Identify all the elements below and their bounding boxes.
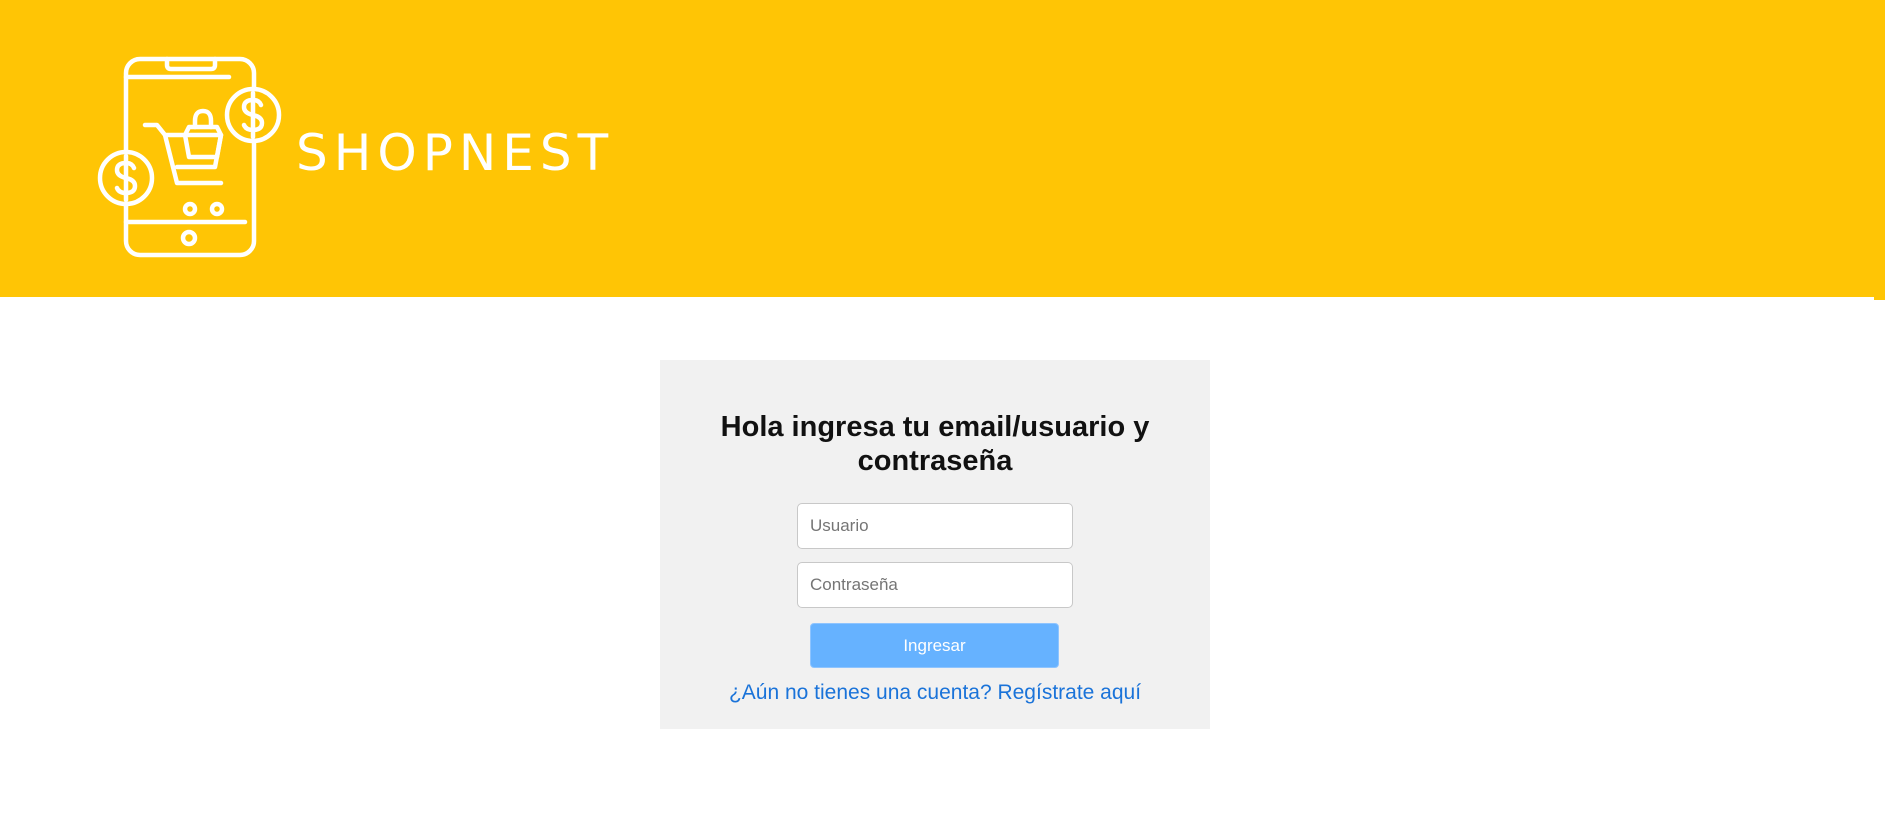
login-button[interactable]: Ingresar <box>810 623 1059 668</box>
login-title: Hola ingresa tu email/usuario y contrase… <box>720 411 1150 477</box>
username-input[interactable] <box>797 503 1073 549</box>
register-link[interactable]: ¿Aún no tienes una cuenta? Regístrate aq… <box>680 680 1190 706</box>
header-edge <box>1874 0 1885 300</box>
brand-name: SHOPNEST <box>296 124 615 182</box>
login-card: Hola ingresa tu email/usuario y contrase… <box>660 360 1210 729</box>
password-input[interactable] <box>797 562 1073 608</box>
